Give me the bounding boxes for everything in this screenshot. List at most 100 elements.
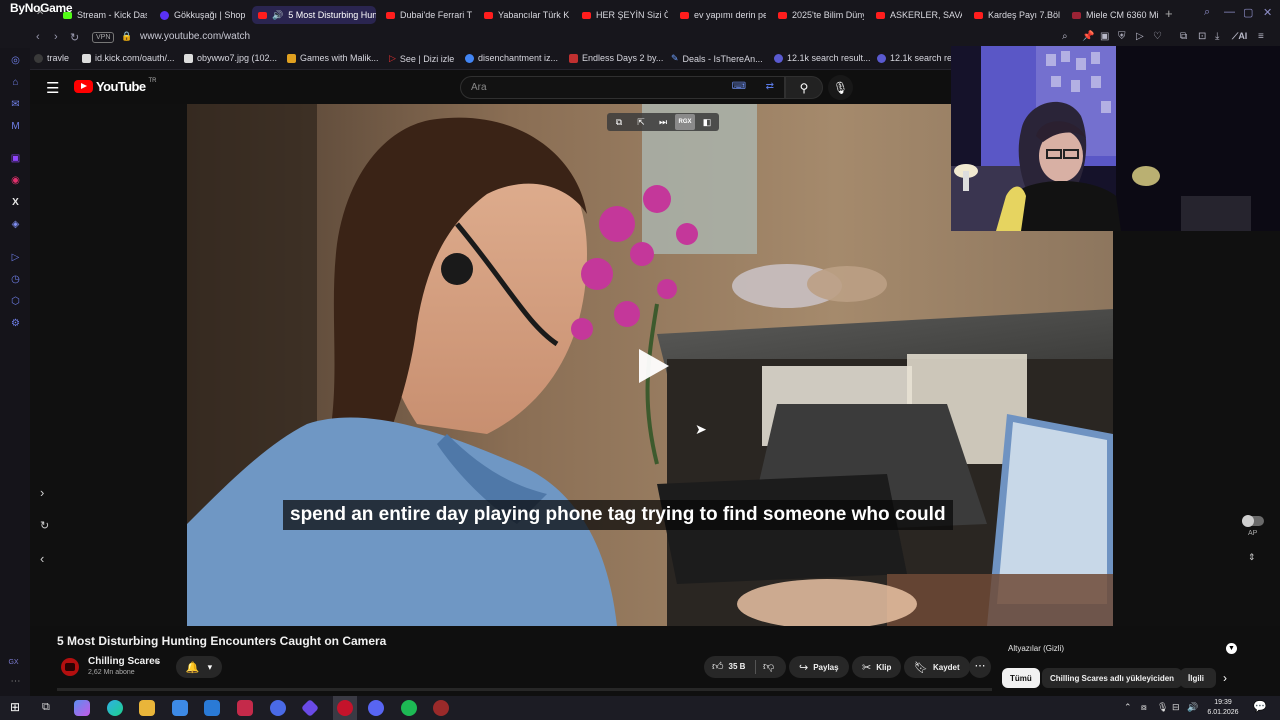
app-diamond-icon[interactable] xyxy=(300,698,320,718)
tray-mic-icon[interactable]: 🎙 xyxy=(1157,702,1168,713)
pin-icon[interactable]: 📌 xyxy=(1082,31,1094,42)
player-icon[interactable]: ▷ xyxy=(1136,31,1144,42)
instagram-icon[interactable]: ◉ xyxy=(10,175,21,186)
chip-from-uploader[interactable]: Chilling Scares adlı yükleyiciden xyxy=(1042,668,1183,688)
tab-ev-yapimi[interactable]: ev yapımı derin pe xyxy=(674,6,766,24)
lock-icon[interactable]: 🔒 xyxy=(121,31,132,42)
notification-button[interactable]: 🔔 ▾ xyxy=(176,656,222,678)
extensions-icon[interactable]: ⧉ xyxy=(1180,31,1187,42)
bookmark-item[interactable]: disenchantment iz... xyxy=(465,53,558,63)
messenger-icon[interactable]: ✉ xyxy=(10,99,21,110)
speaker-icon[interactable]: 🔊 xyxy=(272,10,283,21)
clip-button[interactable]: ✂ Klip xyxy=(852,656,902,678)
tab-dubai[interactable]: Dubai'de Ferrari T xyxy=(380,6,472,24)
search-button[interactable]: ⚲ xyxy=(785,76,823,99)
vpn-badge[interactable]: VPN xyxy=(92,32,115,43)
tab-yabancilar[interactable]: Yabancılar Türk K xyxy=(478,6,570,24)
play-button[interactable] xyxy=(628,340,678,390)
tray-chevron-icon[interactable]: ⌃ xyxy=(1124,702,1132,713)
discord-icon[interactable]: ◈ xyxy=(10,219,21,230)
windows-start-icon[interactable]: ⊞ xyxy=(10,700,20,714)
notifications-icon[interactable]: 💬 xyxy=(1253,700,1267,713)
ai-button[interactable]: ⟋AI xyxy=(1232,31,1247,42)
download-icon[interactable]: ⤓ xyxy=(1215,31,1219,42)
taskbar-active-app[interactable] xyxy=(333,696,357,720)
tab-bilim[interactable]: 2025'te Bilim Düny xyxy=(772,6,864,24)
skip-icon[interactable]: ⏭ xyxy=(653,114,673,130)
reload-icon[interactable]: ↻ xyxy=(70,31,79,44)
channel-name[interactable]: Chilling Scares xyxy=(88,656,160,667)
edge-icon[interactable] xyxy=(107,700,123,716)
bookmark-item[interactable]: obywwo7.jpg (102... xyxy=(184,53,277,63)
translate-icon[interactable]: ⇄ xyxy=(766,81,774,92)
bookmark-item[interactable]: travle xyxy=(34,53,69,63)
network-icon[interactable]: ⊟ xyxy=(1172,702,1180,713)
app-blue-icon[interactable] xyxy=(270,700,286,716)
shield-icon[interactable]: ⛨ xyxy=(1118,31,1126,42)
dislike-button[interactable]: 👎︎ xyxy=(763,660,774,673)
m-icon[interactable]: M xyxy=(10,121,21,132)
wallet-icon[interactable]: ⊡ xyxy=(1198,31,1206,42)
url-field[interactable]: www.youtube.com/watch xyxy=(140,31,250,42)
mail-icon[interactable] xyxy=(204,700,220,716)
tab-kardes-payi[interactable]: Kardeş Payı 7.Bölü xyxy=(968,6,1060,24)
search-input[interactable]: Ara ⌨ ⇄ xyxy=(460,76,785,99)
chevron-updown-icon[interactable]: ⇕ xyxy=(1248,552,1256,563)
channel-avatar[interactable] xyxy=(61,658,79,676)
extensions-icon[interactable]: ⬡ xyxy=(10,296,21,307)
x-icon[interactable]: X xyxy=(10,197,21,208)
discord-taskbar-icon[interactable] xyxy=(368,700,384,716)
file-explorer-icon[interactable] xyxy=(139,700,155,716)
forward-icon[interactable]: › xyxy=(54,31,58,43)
autoplay-toggle[interactable] xyxy=(1242,515,1264,527)
task-view-icon[interactable]: ⧉ xyxy=(42,701,50,714)
tray-app-icon[interactable]: ⧇ xyxy=(1141,702,1147,713)
tab-askerler[interactable]: ASKERLER, SAVAŞ xyxy=(870,6,962,24)
more-actions-button[interactable]: ⋯ xyxy=(969,656,991,678)
tab-miele[interactable]: Miele CM 6360 Mi xyxy=(1066,6,1158,24)
minimize-icon[interactable]: — xyxy=(1224,6,1235,18)
chip-all[interactable]: Tümü xyxy=(1002,668,1040,688)
copilot-icon[interactable] xyxy=(74,700,90,716)
previous-icon[interactable]: ‹ xyxy=(40,551,44,566)
subtitles-panel-header[interactable]: Altyazılar (Gizli) ▼ xyxy=(1002,640,1242,658)
bookmark-item[interactable]: Games with Malik... xyxy=(287,53,379,63)
youtube-logo[interactable]: YouTube TR xyxy=(74,78,156,94)
aria-icon[interactable]: ◎ xyxy=(10,55,21,66)
chip-related[interactable]: İlgili xyxy=(1180,668,1216,688)
save-button[interactable]: 🔖︎ Kaydet xyxy=(904,656,970,678)
player-icon[interactable]: ▷ xyxy=(10,252,21,263)
zoom-icon[interactable]: ⌕ xyxy=(1062,31,1068,42)
heart-icon[interactable]: ♡ xyxy=(1153,31,1162,42)
hamburger-icon[interactable]: ☰ xyxy=(46,79,59,97)
menu-icon[interactable]: ≡ xyxy=(1258,31,1264,42)
app-v-icon[interactable] xyxy=(237,700,253,716)
voice-search-button[interactable]: 🎙 xyxy=(828,75,853,100)
gx-icon[interactable]: GX xyxy=(8,657,19,668)
history-icon[interactable]: ◷ xyxy=(10,274,21,285)
back-icon[interactable]: ‹ xyxy=(36,31,40,43)
close-window-icon[interactable]: ✕ xyxy=(1263,6,1272,19)
rgx-badge[interactable]: RGX xyxy=(675,114,695,130)
twitch-icon[interactable]: ▣ xyxy=(10,153,21,164)
search-tabs-icon[interactable]: ⌕ xyxy=(1204,6,1210,19)
maximize-icon[interactable]: ▢ xyxy=(1243,6,1253,19)
picture-in-picture-icon[interactable]: ⧉ xyxy=(609,114,629,130)
chevron-right-icon[interactable]: › xyxy=(1223,671,1227,685)
bookmark-item[interactable]: 12.1k search result... xyxy=(774,53,871,63)
store-icon[interactable] xyxy=(172,700,188,716)
new-tab-button[interactable]: + xyxy=(1165,6,1173,21)
bookmark-item[interactable]: ▷ See | Dizi izle xyxy=(389,53,454,64)
bookmark-item[interactable]: ✎ Deals - IsThereAn... xyxy=(671,53,763,64)
like-button[interactable]: 👍︎ 35 B xyxy=(712,660,745,673)
share-button[interactable]: ↪ Paylaş xyxy=(789,656,849,678)
tab-shop[interactable]: Gökkuşağı | Shop xyxy=(154,6,246,24)
keyboard-icon[interactable]: ⌨ xyxy=(732,81,746,92)
workspaces-icon[interactable]: ⌂ xyxy=(10,77,21,88)
bookmark-item[interactable]: Endless Days 2 by... xyxy=(569,53,663,63)
system-clock[interactable]: 19:39 6.01.2026 xyxy=(1206,698,1240,718)
expand-sidebar-icon[interactable]: › xyxy=(40,485,44,500)
snapshot-icon[interactable]: ▣ xyxy=(1100,31,1109,42)
obs-icon[interactable] xyxy=(433,700,449,716)
bookmark-item[interactable]: id.kick.com/oauth/... xyxy=(82,53,175,63)
